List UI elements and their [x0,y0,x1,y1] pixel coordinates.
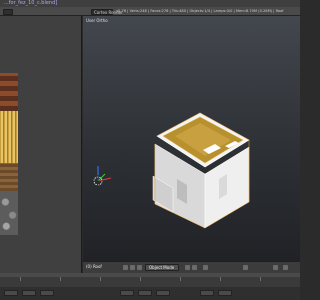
timeline-tick [140,277,141,281]
timeline-menu-button[interactable] [4,290,18,296]
shading-icon[interactable] [185,265,190,270]
timeline-ruler[interactable] [0,273,300,277]
axis-gizmo-icon [97,166,112,182]
timeline-tick [20,277,21,281]
frame-start-field[interactable] [120,290,134,296]
timeline-tick [180,277,181,281]
house-model[interactable] [152,112,250,229]
timeline-tick [60,277,61,281]
texture-image[interactable] [0,73,18,235]
timeline-tick [260,277,261,281]
mode-selector[interactable]: Object Mode [145,264,179,271]
viewport-header: (0) Roof Object Mode [83,261,300,273]
scene-selector[interactable]: Cortex Render [91,9,123,15]
viewport-scene [92,112,250,229]
texture-thatch-band [0,111,18,163]
add-icon[interactable] [137,265,142,270]
object-label: (0) Roof [86,264,102,269]
render-icon[interactable] [283,265,288,270]
timeline-tick [100,277,101,281]
window-title: ...for_fez_10_c.blend] [4,0,58,6]
texture-brick-band [0,73,18,111]
timeline-tick [220,277,221,281]
timeline-view-button[interactable] [22,290,36,296]
window-title-bar: ...for_fez_10_c.blend] [0,0,300,7]
view-icon[interactable] [123,265,128,270]
info-header: Cortex Render v2.76 | Verts:248 | Faces:… [0,7,300,16]
select-icon[interactable] [130,265,135,270]
mode-label: Object Mode [149,265,175,270]
manipulator-icon[interactable] [203,265,208,270]
texture-wood-band [0,163,18,191]
texture-stone-band [0,191,18,235]
image-editor-panel[interactable] [0,16,82,273]
3d-viewport[interactable]: User Ortho [83,16,300,261]
timeline-controls [0,287,300,300]
layers-icon[interactable] [243,265,248,270]
stats-text: v2.76 | Verts:248 | Faces:276 | Tris:480… [116,9,284,13]
keying-button[interactable] [218,290,232,296]
playback-button[interactable] [200,290,214,296]
current-frame-field[interactable] [156,290,170,296]
editor-type-button[interactable] [3,9,13,15]
snap-icon[interactable] [273,265,278,270]
timeline-area[interactable] [0,273,300,300]
timeline-marker-button[interactable] [40,290,54,296]
frame-end-field[interactable] [138,290,152,296]
pivot-icon[interactable] [192,265,197,270]
